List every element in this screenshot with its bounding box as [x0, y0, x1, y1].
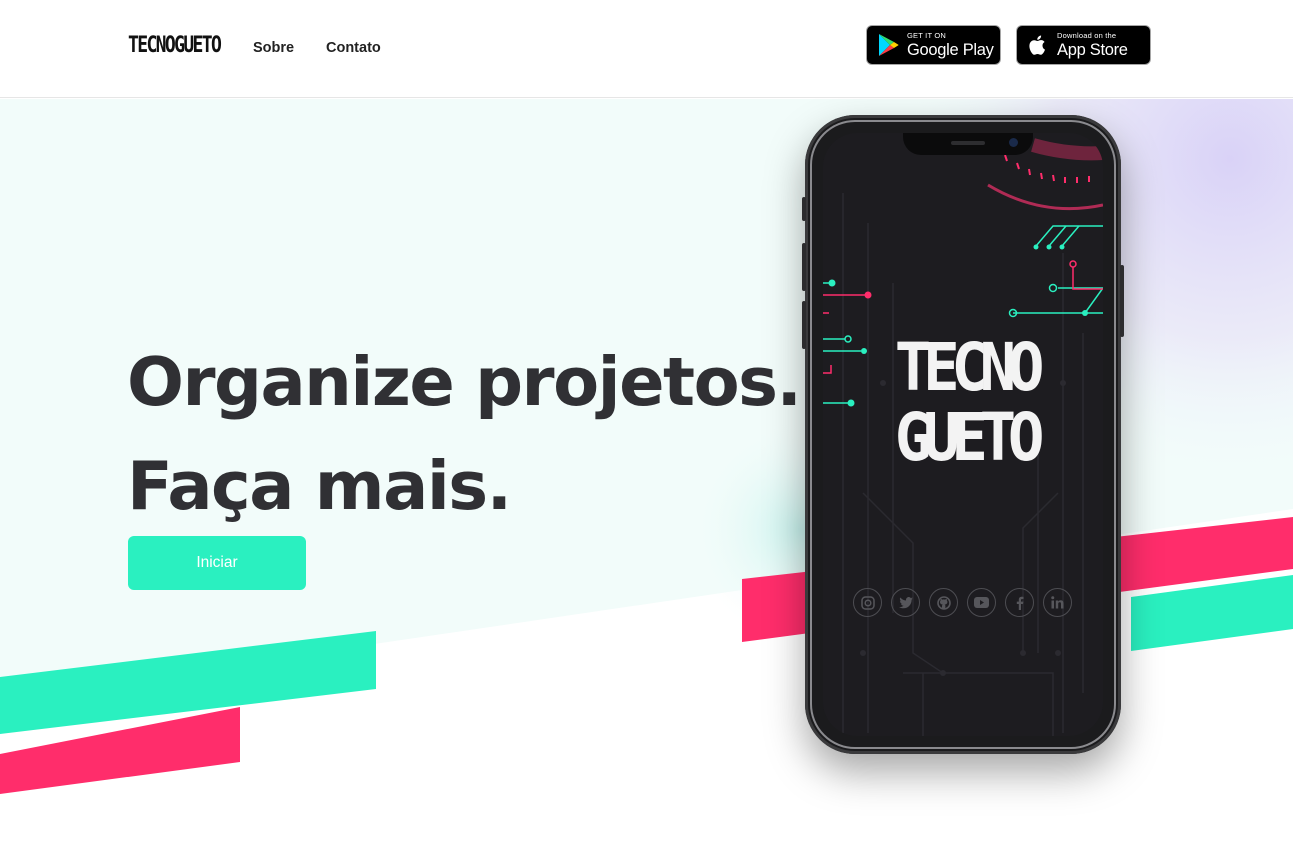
- screen-logo-line-2: GUETO: [894, 399, 1045, 476]
- twitter-icon[interactable]: [891, 588, 920, 617]
- phone-volume-up: [802, 243, 806, 291]
- github-icon[interactable]: [929, 588, 958, 617]
- google-play-big-text: Google Play: [907, 40, 994, 59]
- google-play-badge[interactable]: GET IT ON Google Play: [866, 25, 1001, 65]
- nav-link-sobre[interactable]: Sobre: [253, 40, 294, 56]
- phone-camera: [1009, 138, 1018, 147]
- instagram-icon[interactable]: [853, 588, 882, 617]
- phone-speaker: [951, 141, 985, 145]
- site-header: TECNOGUETO Sobre Contato GET IT ON Googl…: [0, 0, 1293, 98]
- logo-text: TECNOGUETO: [128, 32, 222, 58]
- nav-link-contato[interactable]: Contato: [326, 40, 381, 56]
- facebook-icon[interactable]: [1005, 588, 1034, 617]
- phone-notch: [903, 133, 1033, 155]
- youtube-icon[interactable]: [967, 588, 996, 617]
- app-store-big-text: App Store: [1057, 40, 1128, 59]
- google-play-small-text: GET IT ON: [907, 31, 947, 40]
- phone-mockup: TECNO GUETO: [802, 115, 1124, 754]
- phone-power-button: [1120, 265, 1124, 337]
- app-store-badge[interactable]: Download on the App Store: [1016, 25, 1151, 65]
- phone-mute-switch: [802, 197, 806, 221]
- phone-screen: TECNO GUETO: [823, 133, 1103, 736]
- logo[interactable]: TECNOGUETO: [128, 28, 240, 62]
- hero-headline: Organize projetos. Faça mais.: [127, 330, 802, 538]
- social-icons-row: [853, 588, 1072, 617]
- screen-logo-line-1: TECNO: [894, 329, 1045, 406]
- app-store-small-text: Download on the: [1057, 31, 1117, 40]
- headline-line-1: Organize projetos.: [127, 343, 802, 421]
- tecnogueto-screen-logo: TECNO GUETO: [885, 333, 1046, 473]
- iniciar-button[interactable]: Iniciar: [128, 536, 306, 590]
- headline-line-2: Faça mais.: [127, 447, 512, 525]
- apple-icon: [1029, 35, 1045, 55]
- phone-volume-down: [802, 301, 806, 349]
- google-play-icon: [879, 34, 899, 56]
- linkedin-icon[interactable]: [1043, 588, 1072, 617]
